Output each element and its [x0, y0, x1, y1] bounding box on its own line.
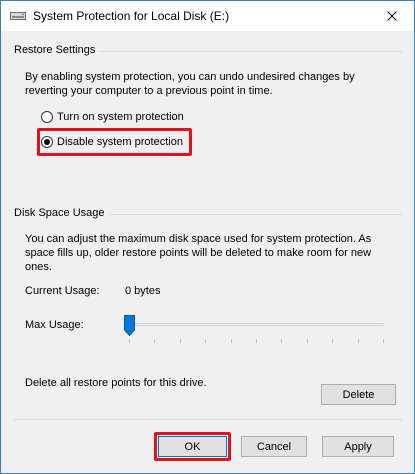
disk-space-label: Disk Space Usage [14, 207, 109, 219]
delete-restore-points-text: Delete all restore points for this drive… [25, 377, 207, 389]
window-title: System Protection for Local Disk (E:) [33, 9, 230, 23]
system-protection-dialog: System Protection for Local Disk (E:) Re… [0, 0, 415, 474]
apply-button[interactable]: Apply [322, 436, 394, 457]
radio-button-selected[interactable] [41, 136, 53, 148]
slider-tick [205, 339, 206, 343]
delete-button[interactable]: Delete [321, 384, 396, 405]
drive-icon [10, 12, 26, 20]
close-button[interactable] [369, 1, 414, 31]
slider-tick [281, 339, 282, 343]
slider-tick [358, 339, 359, 343]
disk-space-description: You can adjust the maximum disk space us… [25, 233, 372, 273]
current-usage-value: 0 bytes [125, 285, 161, 297]
restore-settings-label: Restore Settings [14, 44, 100, 56]
slider-tick [332, 339, 333, 343]
current-usage-label: Current Usage: [25, 285, 100, 297]
slider-tick [129, 339, 130, 343]
close-icon [386, 11, 397, 21]
footer-divider [14, 419, 402, 420]
slider-tick [307, 339, 308, 343]
slider-tick [154, 339, 155, 343]
radio-turn-on-protection[interactable]: Turn on system protection [41, 111, 184, 123]
radio-label: Disable system protection [57, 136, 183, 148]
slider-tick [256, 339, 257, 343]
radio-label: Turn on system protection [57, 111, 184, 123]
max-usage-label: Max Usage: [25, 319, 84, 331]
cancel-button[interactable]: Cancel [241, 436, 307, 457]
slider-tick [383, 339, 384, 343]
ok-button[interactable]: OK [158, 436, 227, 457]
radio-button[interactable] [41, 111, 53, 123]
radio-disable-protection[interactable]: Disable system protection [41, 136, 183, 148]
restore-settings-description: By enabling system protection, you can u… [25, 71, 355, 97]
max-usage-slider-thumb[interactable] [124, 315, 135, 336]
slider-tick [180, 339, 181, 343]
max-usage-slider-track[interactable] [129, 323, 384, 326]
slider-tick [231, 339, 232, 343]
title-bar[interactable]: System Protection for Local Disk (E:) [1, 1, 414, 31]
